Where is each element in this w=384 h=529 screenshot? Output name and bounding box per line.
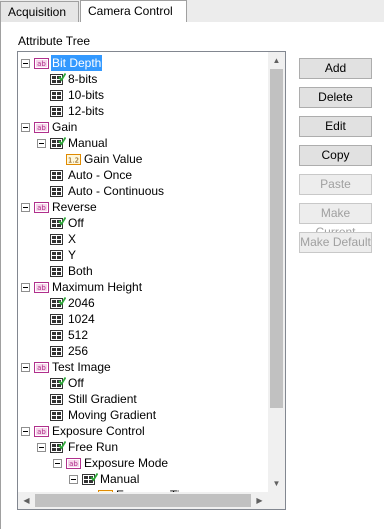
tree-node[interactable]: X xyxy=(18,231,268,247)
tree-node-label: Manual xyxy=(100,472,140,486)
tree-node-label: Reverse xyxy=(52,200,97,214)
svg-text:ab: ab xyxy=(37,364,46,372)
tree-node-label: Still Gradient xyxy=(68,392,137,406)
vertical-scroll-thumb[interactable] xyxy=(270,69,283,408)
tree-node-label: Both xyxy=(68,264,93,278)
attribute-tree-label: Attribute Tree xyxy=(18,34,91,48)
tree-node-label: Auto - Continuous xyxy=(68,184,165,198)
tree-node[interactable]: ab Test Image xyxy=(18,359,268,375)
tree-node-label: Gain Value xyxy=(84,152,143,166)
horizontal-scroll-thumb[interactable] xyxy=(35,494,251,507)
tree-node[interactable]: 1.2 Gain Value xyxy=(18,151,268,167)
collapse-toggle-icon[interactable] xyxy=(21,203,30,212)
tree-node[interactable]: Manual xyxy=(18,135,268,151)
tab-acquisition[interactable]: Acquisition xyxy=(0,1,79,22)
svg-text:1.2: 1.2 xyxy=(68,157,79,165)
tree-node-label: Off xyxy=(68,216,84,230)
tree-node-label: Manual xyxy=(68,136,108,150)
scrollbar-corner xyxy=(268,492,285,509)
copy-button[interactable]: Copy xyxy=(299,145,372,166)
tree-node-label: Exposure Mode xyxy=(84,456,169,470)
tree-node-label: 8-bits xyxy=(68,72,98,86)
scroll-down-icon[interactable]: ▼ xyxy=(268,475,285,492)
svg-text:ab: ab xyxy=(37,204,46,212)
collapse-toggle-icon[interactable] xyxy=(21,283,30,292)
tree-node[interactable]: 256 xyxy=(18,343,268,359)
collapse-toggle-icon[interactable] xyxy=(21,123,30,132)
tree-node[interactable]: Y xyxy=(18,247,268,263)
tree-node[interactable]: 512 xyxy=(18,327,268,343)
paste-button[interactable]: Paste xyxy=(299,174,372,195)
edit-button[interactable]: Edit xyxy=(299,116,372,137)
tree-node-label: Test Image xyxy=(52,360,111,374)
tree-node-label: Maximum Height xyxy=(52,280,143,294)
collapse-toggle-icon[interactable] xyxy=(69,475,78,484)
tree-node[interactable]: 10-bits xyxy=(18,87,268,103)
tree-node[interactable]: Off xyxy=(18,215,268,231)
make-default-button[interactable]: Make Default xyxy=(299,232,372,253)
tree-node[interactable]: ab Reverse xyxy=(18,199,268,215)
collapse-toggle-icon[interactable] xyxy=(21,59,30,68)
tree-node-label: Off xyxy=(68,376,84,390)
tree-node-label: Free Run xyxy=(68,440,119,454)
tree-node[interactable]: Manual xyxy=(18,471,268,487)
tree-node-label: Gain xyxy=(52,120,78,134)
collapse-toggle-icon[interactable] xyxy=(21,427,30,436)
tree-node-label: X xyxy=(68,232,77,246)
scroll-up-icon[interactable]: ▲ xyxy=(268,52,285,69)
tree-node-label: 10-bits xyxy=(68,88,105,102)
vertical-scrollbar[interactable]: ▲ ▼ xyxy=(268,52,285,492)
tree-node-label: Exposure Control xyxy=(52,424,145,438)
svg-text:ab: ab xyxy=(37,284,46,292)
tree-node-label: Auto - Once xyxy=(68,168,133,182)
svg-text:ab: ab xyxy=(37,124,46,132)
tree-node-label: Bit Depth xyxy=(51,55,103,71)
attribute-tree[interactable]: ab Bit Depth 8-bits 10-bits 12-bits ab Gain Man… xyxy=(17,51,286,510)
svg-text:ab: ab xyxy=(69,460,78,468)
add-button[interactable]: Add xyxy=(299,58,372,79)
tree-node[interactable]: 1024 xyxy=(18,311,268,327)
tree-node[interactable]: Off xyxy=(18,375,268,391)
tree-node[interactable]: 2046 xyxy=(18,295,268,311)
tree-node[interactable]: Moving Gradient xyxy=(18,407,268,423)
tab-bar: Acquisition Camera Control xyxy=(0,0,384,22)
tree-node[interactable]: ab Gain xyxy=(18,119,268,135)
tree-node[interactable]: Both xyxy=(18,263,268,279)
tree-node[interactable]: ab Exposure Control xyxy=(18,423,268,439)
delete-button[interactable]: Delete xyxy=(299,87,372,108)
tree-node-label: 512 xyxy=(68,328,89,342)
tree-node[interactable]: 12-bits xyxy=(18,103,268,119)
horizontal-scrollbar[interactable]: ◀ ▶ xyxy=(18,492,268,509)
tree-node-label: Moving Gradient xyxy=(68,408,157,422)
collapse-toggle-icon[interactable] xyxy=(37,139,46,148)
svg-text:ab: ab xyxy=(37,428,46,436)
collapse-toggle-icon[interactable] xyxy=(37,443,46,452)
tree-node[interactable]: ab Bit Depth xyxy=(18,55,268,71)
tree-node[interactable]: Auto - Continuous xyxy=(18,183,268,199)
tree-rows: ab Bit Depth 8-bits 10-bits 12-bits ab Gain Man… xyxy=(18,52,268,492)
tree-node-label: 256 xyxy=(68,344,89,358)
tree-node[interactable]: Free Run xyxy=(18,439,268,455)
collapse-toggle-icon[interactable] xyxy=(53,459,62,468)
tree-node[interactable]: ab Maximum Height xyxy=(18,279,268,295)
tree-node-label: 1024 xyxy=(68,312,95,326)
make-current-button[interactable]: Make Current xyxy=(299,203,372,239)
svg-text:ab: ab xyxy=(37,60,46,68)
tree-node[interactable]: Auto - Once xyxy=(18,167,268,183)
tab-camera-control[interactable]: Camera Control xyxy=(80,0,187,22)
tree-node[interactable]: 8-bits xyxy=(18,71,268,87)
tree-node-label: 2046 xyxy=(68,296,95,310)
tree-node-label: Y xyxy=(68,248,77,262)
tree-node-label: 12-bits xyxy=(68,104,105,118)
scroll-left-icon[interactable]: ◀ xyxy=(18,492,35,509)
tree-node[interactable]: Still Gradient xyxy=(18,391,268,407)
collapse-toggle-icon[interactable] xyxy=(21,363,30,372)
scroll-right-icon[interactable]: ▶ xyxy=(251,492,268,509)
tree-node[interactable]: ab Exposure Mode xyxy=(18,455,268,471)
